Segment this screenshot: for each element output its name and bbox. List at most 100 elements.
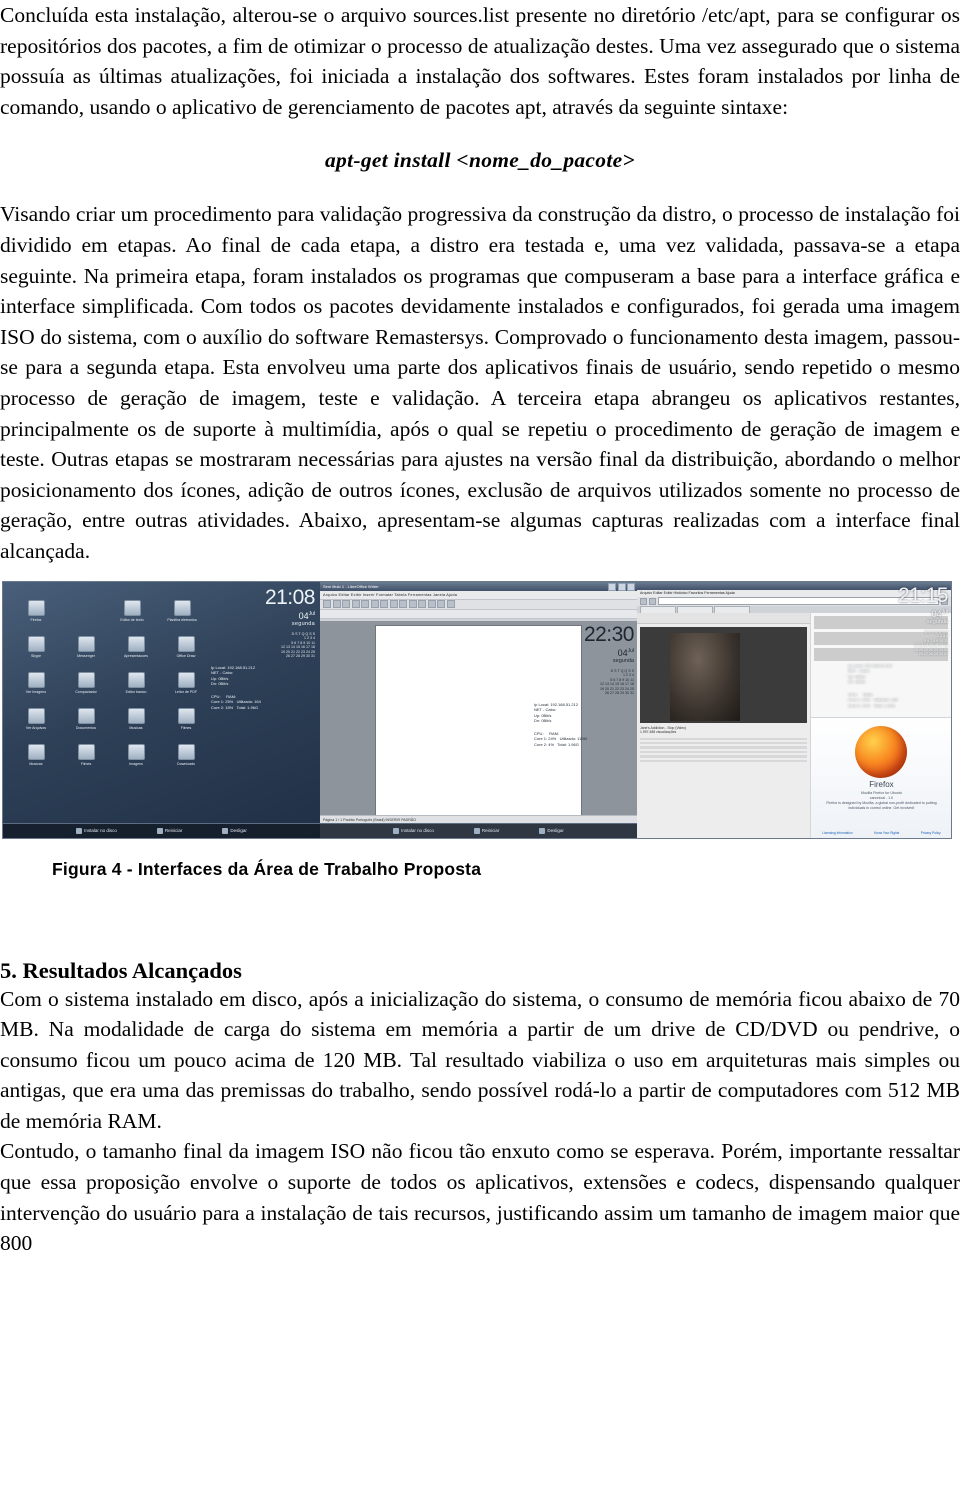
section-5: 5. Resultados Alcançados: [0, 958, 960, 984]
power-icon: [539, 827, 546, 834]
spellcheck-icon[interactable]: [446, 600, 455, 608]
redo-icon[interactable]: [408, 600, 417, 608]
desktop-icon[interactable]: Musicas: [111, 707, 161, 731]
writer-menubar[interactable]: Arquivo Editar Exibir Inserir Formatar T…: [320, 590, 637, 600]
ram-total: Total: 1.96G: [873, 702, 896, 708]
ram-used: Utilizado: 164: [236, 699, 261, 705]
writer-formatting-bar[interactable]: [320, 609, 637, 619]
cut-icon[interactable]: [370, 600, 379, 608]
desktop-icon[interactable]: Planilha eletronica: [157, 599, 207, 623]
desktop-icon[interactable]: Office Draw: [161, 635, 211, 659]
desktop-icon[interactable]: Compactador: [61, 671, 111, 695]
cpu-core1: Core 1: 24%: [534, 736, 557, 742]
music-folder-icon: [127, 707, 145, 724]
desktop-icon[interactable]: Leitor de PDF: [161, 671, 211, 695]
clock-time: 22:30: [583, 622, 635, 646]
licensing-link[interactable]: Licensing Information: [822, 831, 852, 835]
section-title: 5. Resultados Alcançados: [0, 957, 242, 983]
taskbar-shutdown-button[interactable]: Desligar: [539, 827, 564, 834]
text-line: [640, 750, 808, 754]
desktop-icon[interactable]: Downloads: [161, 743, 211, 767]
desktop-icon[interactable]: Editor de texto: [107, 599, 157, 623]
document-content: Concluída esta instalação, alterou-se o …: [0, 0, 960, 1259]
taskbar-install-button[interactable]: Instalar no disco: [393, 827, 434, 834]
clock-weekday: segunda: [291, 620, 315, 627]
browser-tab[interactable]: [640, 605, 676, 613]
screenshot-panel-browser: Arquivo Editar Exibir Histórico Favorito…: [637, 581, 951, 838]
text-line: [640, 755, 808, 758]
ram-title: RAM:: [863, 691, 874, 697]
net-ip: 192.168.51.212: [227, 665, 256, 671]
desktop-icon-label: Planilha eletronica: [167, 617, 197, 622]
text-editor-icon: [123, 599, 141, 616]
undo-icon[interactable]: [399, 600, 407, 608]
maximize-icon[interactable]: [617, 583, 626, 591]
desktop-icon-label: Filmes: [180, 725, 192, 730]
system-widget: CPU: RAM: Core 1: 24% Utilizado: 165 Cor…: [848, 692, 948, 708]
open-icon[interactable]: [332, 600, 341, 608]
desktop-icon-label: Documentos: [75, 725, 97, 730]
desktop-icon[interactable]: Firefox: [11, 599, 61, 623]
command-syntax-line: apt-get install <nome_do_pacote>: [324, 148, 635, 173]
back-icon[interactable]: [640, 597, 647, 605]
copy-icon[interactable]: [380, 600, 388, 608]
preview-icon[interactable]: [361, 600, 369, 608]
desktop-icon[interactable]: Filmes: [161, 707, 211, 731]
taskbar-shutdown-button[interactable]: Desligar: [222, 827, 247, 834]
table-icon[interactable]: [418, 600, 426, 608]
youtube-video-player[interactable]: [640, 626, 808, 723]
window-controls[interactable]: [608, 583, 635, 591]
desktop-icon[interactable]: Editor basico: [111, 671, 161, 695]
images-folder-icon: [127, 743, 145, 760]
paste-icon[interactable]: [389, 600, 398, 608]
taskbar-label: Reiniciar: [164, 828, 183, 833]
conky-widget-panel2: 22:30 04Jul segunda D S T Q Q S S 1 2 3 …: [534, 622, 635, 747]
screenshot-panel-desktop: Firefox Editor de texto Planilha eletron…: [3, 581, 320, 838]
net-ip: 192.168.51.212: [550, 702, 579, 708]
taskbar-panel2: Instalar no disco Reiniciar Desligar: [320, 822, 637, 838]
calendar-widget: D S T Q Q S S 1 2 3 4 5 6 7 8 9 10 11 12…: [534, 669, 634, 697]
close-icon[interactable]: [627, 583, 635, 591]
desktop-icon-label: Skype: [31, 653, 41, 658]
print-icon[interactable]: [351, 600, 360, 608]
conky-widget-panel1: 21:08 04Jul segunda D S T Q Q S S 1 2 3 …: [211, 586, 316, 710]
firefox-about-card: Firefox Mozilla Firefox for Ubuntu canon…: [811, 716, 951, 838]
rights-link[interactable]: Know Your Rights: [874, 831, 899, 835]
clock-date: 04Jul: [848, 607, 948, 619]
minimize-icon[interactable]: [608, 583, 616, 591]
desktop-icon[interactable]: Apresentacoes: [111, 635, 161, 659]
cpu-title: CPU:: [211, 693, 221, 699]
net-label: Ip Local:: [534, 702, 550, 708]
desktop-icon[interactable]: Ver Arquivos: [11, 707, 61, 731]
browser-tab[interactable]: [714, 605, 750, 613]
firefox-links[interactable]: Licensing Information Know Your Rights P…: [811, 831, 951, 835]
desktop-icon[interactable]: Musicas: [11, 743, 61, 767]
calendar-row: 26 27 28 29 30 31: [605, 691, 634, 696]
desktop-icon[interactable]: Filmes: [61, 743, 111, 767]
cpu-title: CPU:: [848, 691, 858, 697]
image-icon[interactable]: [437, 600, 445, 608]
desktop-icon[interactable]: Documentos: [61, 707, 111, 731]
cpu-core1: Core 1: 24%: [848, 697, 871, 703]
skype-icon: [27, 635, 45, 652]
taskbar-restart-button[interactable]: Reiniciar: [156, 827, 183, 834]
conky-widget-panel3: 21:15 04Jul segunda D S T Q Q S S 1 2 3 …: [848, 583, 949, 708]
writer-toolbar[interactable]: [320, 599, 637, 610]
desktop-icon[interactable]: Ver Imagens: [11, 671, 61, 695]
browser-tab[interactable]: [677, 605, 713, 613]
taskbar-install-button[interactable]: Instalar no disco: [76, 827, 117, 834]
desktop-icon[interactable]: Imagens: [111, 743, 161, 767]
desktop-icon[interactable]: Messenger: [61, 635, 111, 659]
clock-time: 21:15: [897, 583, 949, 607]
desktop-icon[interactable]: Skype: [11, 635, 61, 659]
documents-folder-icon: [77, 707, 95, 724]
privacy-link[interactable]: Privacy Policy: [921, 831, 941, 835]
chart-icon[interactable]: [427, 600, 436, 608]
forward-icon[interactable]: [649, 597, 656, 605]
movies-folder-icon: [177, 707, 195, 724]
save-icon[interactable]: [342, 600, 350, 608]
text-line: [640, 742, 808, 745]
presentation-icon: [127, 635, 145, 652]
new-doc-icon[interactable]: [323, 600, 331, 608]
taskbar-restart-button[interactable]: Reiniciar: [473, 827, 499, 834]
